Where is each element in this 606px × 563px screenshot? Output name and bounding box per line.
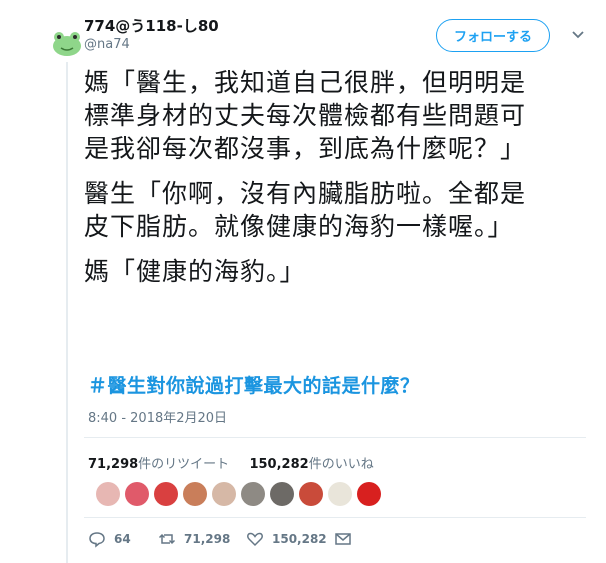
retweet-button[interactable]: 71,298 (158, 530, 246, 548)
liker-avatar-9[interactable] (328, 482, 352, 506)
hashtag-link[interactable]: ＃醫生對你說過打擊最大的話是什麼？ (88, 371, 420, 398)
reply-button[interactable]: 64 (88, 530, 158, 548)
tweet-text: 媽「醫生，我知道自己很胖，但明明是標準身材的丈夫每次體檢都有些問題可是我卻每次都… (84, 66, 544, 300)
liker-avatar-4[interactable] (183, 482, 207, 506)
tweet-paragraph: 醫生「你啊，沒有內臟脂肪啦。全都是皮下脂肪。就像健康的海豹一樣喔。」 (84, 179, 527, 241)
chevron-down-icon[interactable] (570, 26, 586, 42)
screen-name[interactable]: @na74 (84, 36, 219, 54)
envelope-icon (335, 533, 351, 545)
liker-avatar-3[interactable] (154, 482, 178, 506)
tweet-paragraph: 媽「醫生，我知道自己很胖，但明明是標準身材的丈夫每次體檢都有些問題可是我卻每次都… (84, 68, 527, 163)
liker-avatar-1[interactable] (96, 482, 120, 506)
divider (84, 437, 586, 438)
thread-line (66, 62, 68, 563)
like-stat[interactable]: 150,282件のいいね (249, 457, 373, 472)
user-names[interactable]: 774@う118-し80 @na74 (84, 16, 219, 54)
retweet-stat[interactable]: 71,298件のリツイート (88, 457, 229, 472)
tweet-timestamp[interactable]: 8:40 - 2018年2月20日 (88, 407, 227, 426)
retweet-icon (158, 533, 176, 545)
retweet-count: 71,298 (184, 532, 231, 546)
tweet-paragraph: 媽「健康的海豹。」 (84, 257, 306, 286)
like-count: 150,282 (272, 532, 327, 546)
liker-avatar-10[interactable] (357, 482, 381, 506)
follow-button[interactable]: フォローする (436, 19, 550, 52)
liker-avatar-5[interactable] (212, 482, 236, 506)
direct-message-button[interactable] (334, 530, 360, 548)
green-frog-avatar-icon (53, 32, 81, 56)
liker-avatars (96, 482, 381, 506)
like-stat-label: 件のいいね (308, 457, 374, 472)
user-avatar[interactable] (47, 20, 87, 60)
reply-count: 64 (114, 532, 131, 546)
liker-avatar-8[interactable] (299, 482, 323, 506)
display-name[interactable]: 774@う118-し80 (84, 16, 219, 36)
like-button[interactable]: 150,282 (246, 530, 334, 548)
retweet-stat-label: 件のリツイート (138, 457, 230, 472)
heart-icon (247, 532, 263, 547)
like-stat-count: 150,282 (249, 457, 309, 472)
tweet-stats: 71,298件のリツイート 150,282件のいいね (88, 453, 374, 472)
retweet-stat-count: 71,298 (88, 457, 139, 472)
liker-avatar-2[interactable] (125, 482, 149, 506)
liker-avatar-6[interactable] (241, 482, 265, 506)
tweet-actions: 64 71,298 150,282 (88, 530, 360, 548)
reply-icon (89, 532, 105, 548)
liker-avatar-7[interactable] (270, 482, 294, 506)
divider (84, 517, 586, 518)
